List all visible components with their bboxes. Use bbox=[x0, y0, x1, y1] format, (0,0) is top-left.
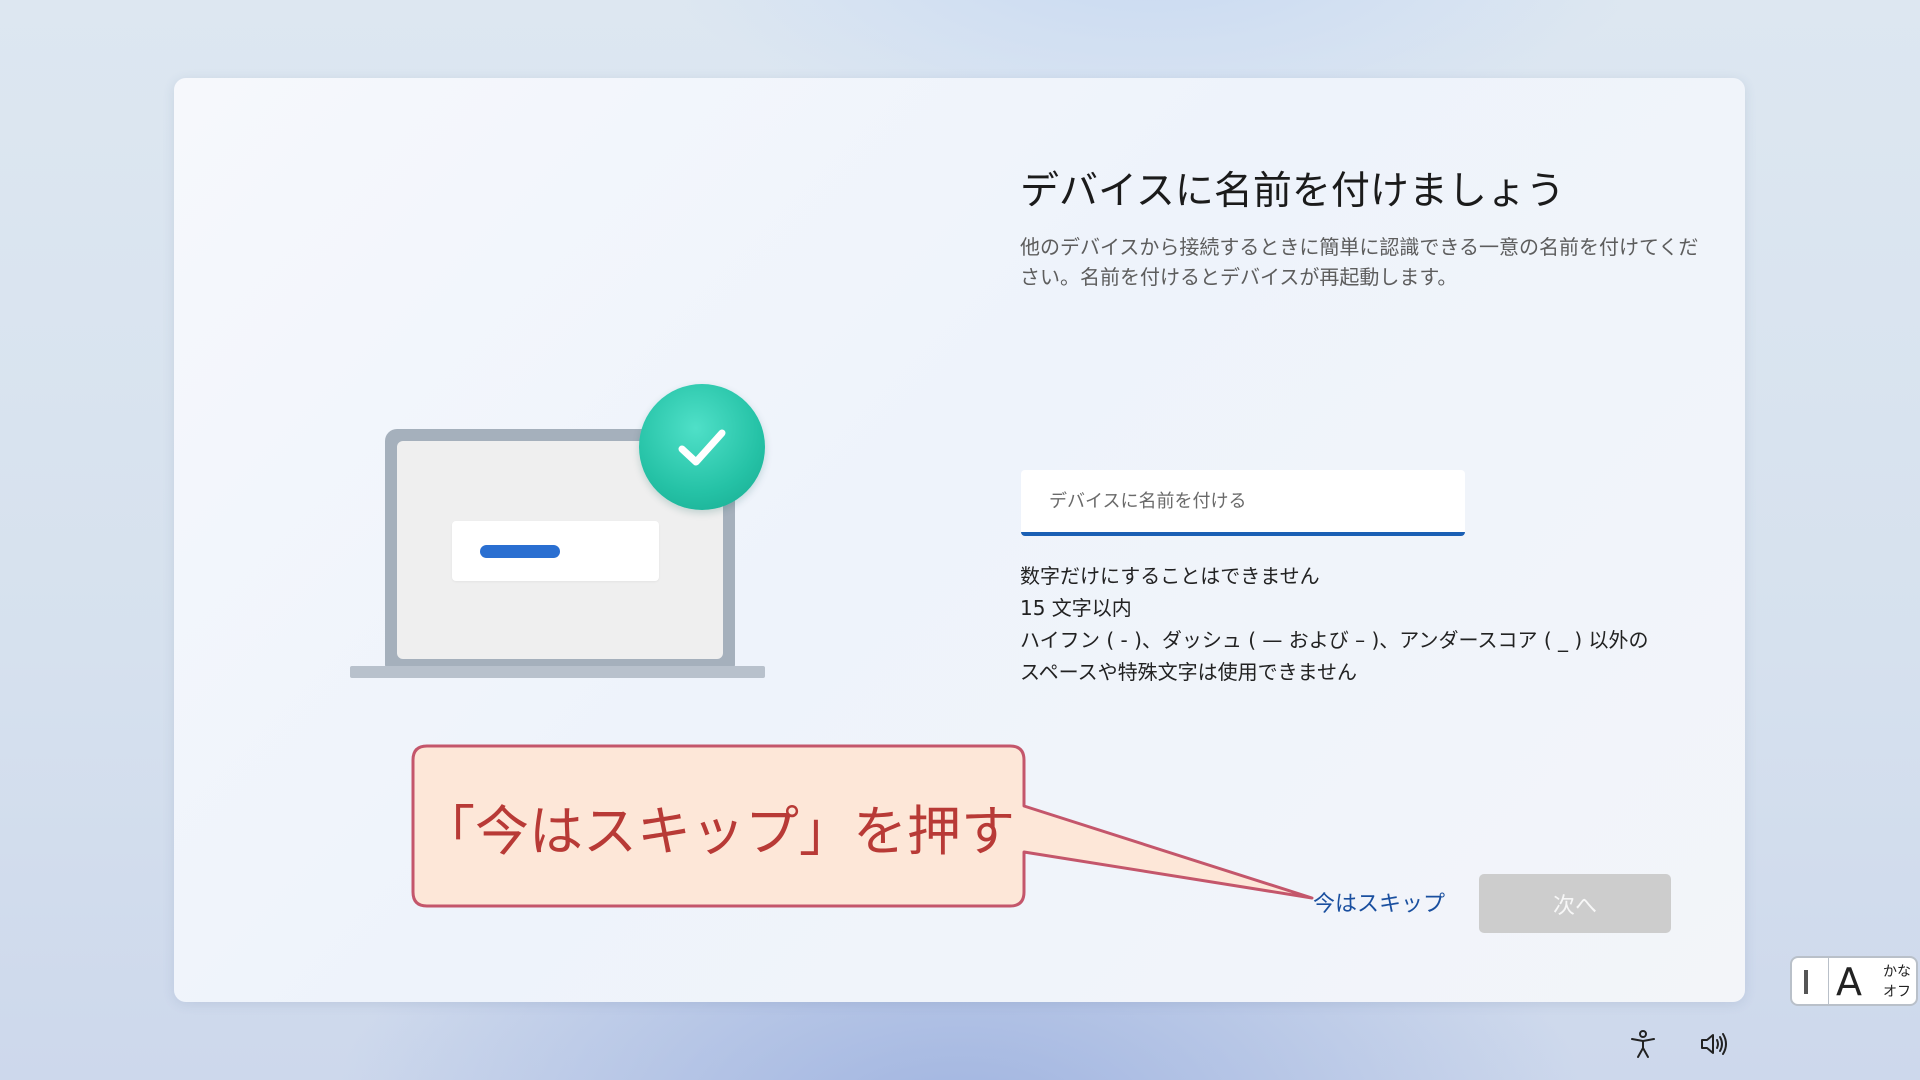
accessibility-icon[interactable] bbox=[1627, 1028, 1659, 1060]
rule-item: ハイフン ( - )、ダッシュ ( — および – )、アンダースコア ( _ … bbox=[1020, 628, 1649, 652]
rule-item: 15 文字以内 bbox=[1020, 596, 1132, 620]
ime-kana-status: かな オフ bbox=[1882, 962, 1912, 1002]
rule-item: 数字だけにすることはできません bbox=[1020, 564, 1320, 588]
text-cursor-icon bbox=[1804, 970, 1808, 994]
next-button[interactable]: 次へ bbox=[1479, 874, 1671, 933]
skip-for-now-link[interactable]: 今はスキップ bbox=[1313, 886, 1445, 918]
laptop-name-bar bbox=[480, 545, 560, 558]
checkmark-icon bbox=[639, 384, 765, 510]
rule-item: スペースや特殊文字は使用できません bbox=[1020, 660, 1357, 684]
name-rules-list: 数字だけにすることはできません 15 文字以内 ハイフン ( - )、ダッシュ … bbox=[1020, 560, 1720, 688]
laptop-name-card bbox=[452, 521, 659, 581]
ime-mode-label: A bbox=[1836, 960, 1862, 1004]
ime-divider bbox=[1828, 958, 1829, 1004]
laptop-base bbox=[350, 666, 765, 678]
page-title: デバイスに名前を付けましょう bbox=[1020, 169, 1565, 214]
ime-kana-line1: かな bbox=[1883, 964, 1911, 980]
page-description: 他のデバイスから接続するときに簡単に認識できる一意の名前を付けてください。名前を… bbox=[1020, 235, 1699, 289]
volume-icon[interactable] bbox=[1698, 1028, 1730, 1060]
ime-mode-indicator[interactable]: A かな オフ bbox=[1790, 956, 1918, 1006]
device-name-input[interactable] bbox=[1021, 470, 1465, 536]
callout-text: 「今はスキップ」を押す bbox=[421, 799, 1015, 863]
ime-kana-line2: オフ bbox=[1883, 984, 1911, 1000]
